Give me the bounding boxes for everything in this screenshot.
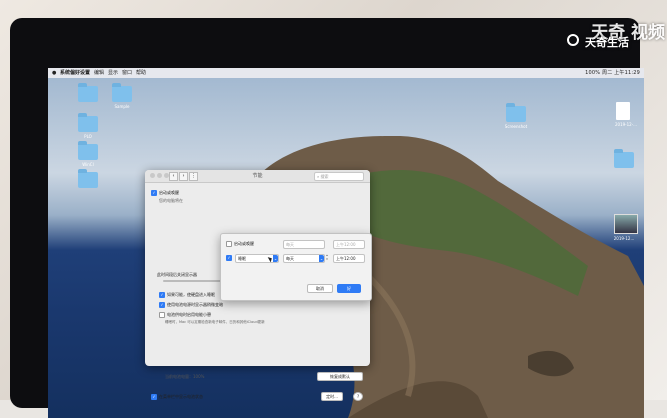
option-row-1[interactable]: ✓ 如果可能，使硬盘进入睡眠 (159, 292, 215, 298)
power-nap-note: 睡眠时，Mac 可以定期检查新电子邮件、日历和其他iCloud更新 (165, 320, 265, 324)
ok-button[interactable]: 好 (337, 284, 361, 293)
start-checkbox[interactable]: ✓ (151, 190, 157, 196)
battery-level: 当前电池电量：100% (165, 374, 205, 379)
folder-icon (506, 103, 526, 122)
menu-window[interactable]: 窗口 (122, 68, 132, 78)
folder-icon (78, 141, 98, 160)
desktop-folder-6[interactable]: Screenshot (505, 103, 531, 129)
watermark-small: 天奇生活 (585, 36, 629, 49)
desktop-folder-1[interactable] (78, 83, 103, 104)
desktop-folder-3[interactable]: PLO (78, 113, 103, 139)
sheet-sleep-checkbox[interactable]: ✓ (226, 255, 232, 261)
menu-app-name[interactable]: 系统偏好设置 (60, 68, 90, 78)
desktop-folder-7[interactable] (614, 149, 639, 170)
menubar-status-checkbox[interactable]: ✓ (151, 394, 157, 400)
restore-defaults-button[interactable]: 恢复成默认 (317, 372, 363, 381)
desktop-document[interactable]: 2019-12-... (615, 102, 641, 127)
window-titlebar: ‹ › ⋮ 节能 ⌕ 搜索 (145, 170, 370, 183)
desktop-folder-2[interactable]: Sample (112, 83, 137, 109)
folder-icon (78, 113, 98, 132)
chevron-down-icon: ⌄ (319, 255, 324, 262)
stepper-icon[interactable]: ▴ ▾ (325, 253, 329, 262)
start-description: 您的电脑将在 (159, 198, 183, 203)
folder-icon (614, 149, 634, 168)
option-row-2[interactable]: ✓ 使用电池电源时显示器稍微变暗 (159, 302, 223, 308)
option-3-checkbox[interactable] (159, 312, 165, 318)
apple-menu-icon[interactable]: ● (52, 68, 56, 78)
menu-edit[interactable]: 编辑 (94, 68, 104, 78)
watermark-logo-icon (567, 34, 579, 46)
menu-help[interactable]: 帮助 (136, 68, 146, 78)
option-1-checkbox[interactable]: ✓ (159, 292, 165, 298)
sheet-start-checkbox[interactable] (226, 241, 232, 247)
slider-label: 此时间段后关闭显示器 (157, 272, 197, 277)
option-2-checkbox[interactable]: ✓ (159, 302, 165, 308)
cancel-button[interactable]: 取消 (307, 284, 333, 293)
menu-view[interactable]: 显示 (108, 68, 118, 78)
sheet-start-time[interactable]: 上午12:00 (333, 240, 365, 249)
search-icon: ⌕ (317, 174, 320, 179)
document-icon (616, 102, 630, 120)
menu-bar: ● 系统偏好设置 编辑 显示 窗口 帮助 100% 周二 上午11:29 (48, 68, 644, 78)
image-thumbnail-icon (614, 214, 638, 234)
laptop-bezel: ● 系统偏好设置 编辑 显示 窗口 帮助 100% 周二 上午11:29 Sam… (10, 18, 644, 418)
menubar-status-row[interactable]: ✓ 在菜单栏中显示电池状态 (151, 394, 203, 400)
folder-icon (112, 83, 132, 102)
sheet-sleep-time[interactable]: 上午12:00 (333, 254, 365, 263)
folder-icon (78, 83, 98, 102)
sheet-row-start: 启动或唤醒 (226, 241, 254, 247)
folder-icon (78, 169, 98, 188)
menu-status: 100% 周二 上午11:29 (585, 70, 640, 76)
option-row-3[interactable]: 电池供电时启用电能小憩 (159, 312, 211, 318)
desktop-folder-4[interactable]: WinCl (78, 141, 103, 167)
sheet-day-select[interactable]: 每天 ⌄ (283, 254, 325, 263)
sheet-row-sleep: ✓ (226, 255, 234, 261)
sheet-start-day-select[interactable]: 每天 (283, 240, 325, 249)
schedule-sheet: 启动或唤醒 每天 上午12:00 ✓ 睡眠 ⌄ 每天 ⌄ ▴ ▾ 上午12:00 取消… (220, 233, 372, 301)
desktop-screen: ● 系统偏好设置 编辑 显示 窗口 帮助 100% 周二 上午11:29 Sam… (48, 68, 644, 418)
desktop-screenshot[interactable]: 2019-12... (614, 214, 639, 241)
start-row: ✓ 启动或唤醒 (151, 190, 179, 196)
search-field[interactable]: ⌕ 搜索 (314, 172, 364, 181)
chevron-down-icon: ⌄ (273, 255, 278, 262)
desktop-folder-5[interactable] (78, 169, 103, 190)
